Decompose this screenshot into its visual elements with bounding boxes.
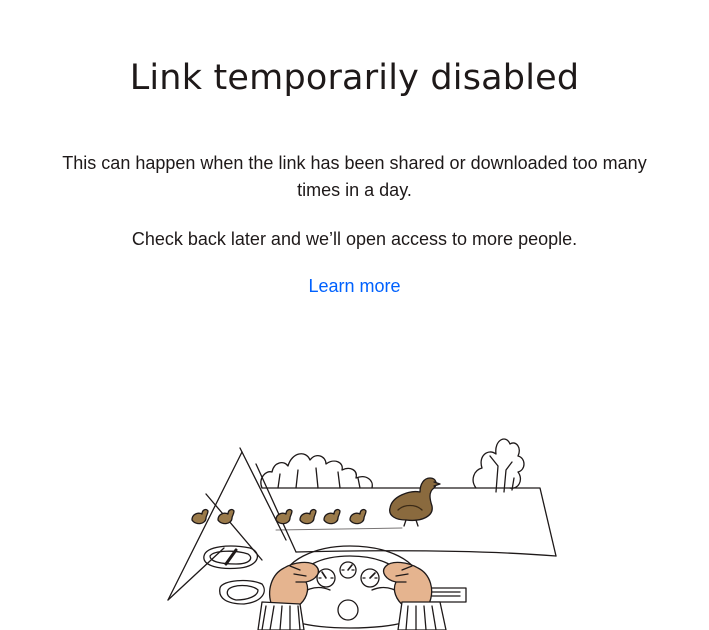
mother-duck-drawing — [389, 477, 441, 527]
trees-drawing — [260, 438, 525, 493]
car-ducks-illustration — [167, 438, 557, 630]
page-title: Link temporarily disabled — [129, 58, 580, 98]
gauges-drawing — [316, 561, 380, 588]
retry-text: Check back later and we’ll open access t… — [131, 229, 578, 249]
ducklings-drawing — [191, 508, 367, 525]
explanation-text: This can happen when the link has been s… — [62, 153, 647, 200]
learn-more-link[interactable]: Learn more — [0, 273, 709, 300]
page: Link temporarily disabled This can happe… — [0, 0, 709, 630]
